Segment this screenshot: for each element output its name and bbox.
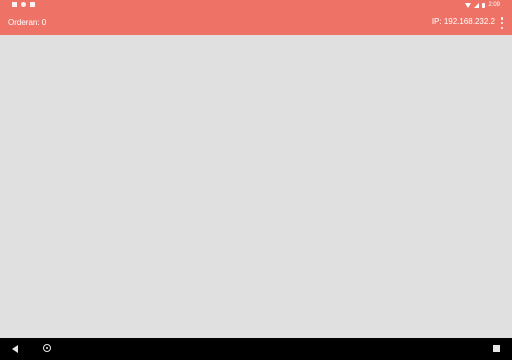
sd-card-icon [30,2,35,7]
wifi-icon [465,2,472,8]
back-icon[interactable] [12,345,18,353]
screen: 2:09 Orderan: 0 IP: 192.168.232.2 [0,0,512,360]
app-bar: Orderan: 0 IP: 192.168.232.2 [0,10,512,35]
recents-icon[interactable] [493,345,500,352]
main-content [0,35,512,338]
overflow-menu-icon[interactable] [500,17,504,29]
battery-icon [482,2,486,8]
notification-icon [12,2,17,7]
menu-dot [500,21,504,25]
sync-icon [21,2,26,7]
menu-dot [500,17,504,20]
order-count-title: Orderan: 0 [8,18,47,27]
status-bar: 2:09 [0,0,512,10]
signal-icon [474,2,480,8]
status-right-icons: 2:09 [465,1,500,9]
home-icon[interactable] [43,344,51,352]
menu-dot [500,26,504,29]
ip-address-label: IP: 192.168.232.2 [431,17,495,26]
navigation-bar [0,338,512,360]
status-left-icons [12,2,35,7]
status-time: 2:09 [488,2,500,8]
